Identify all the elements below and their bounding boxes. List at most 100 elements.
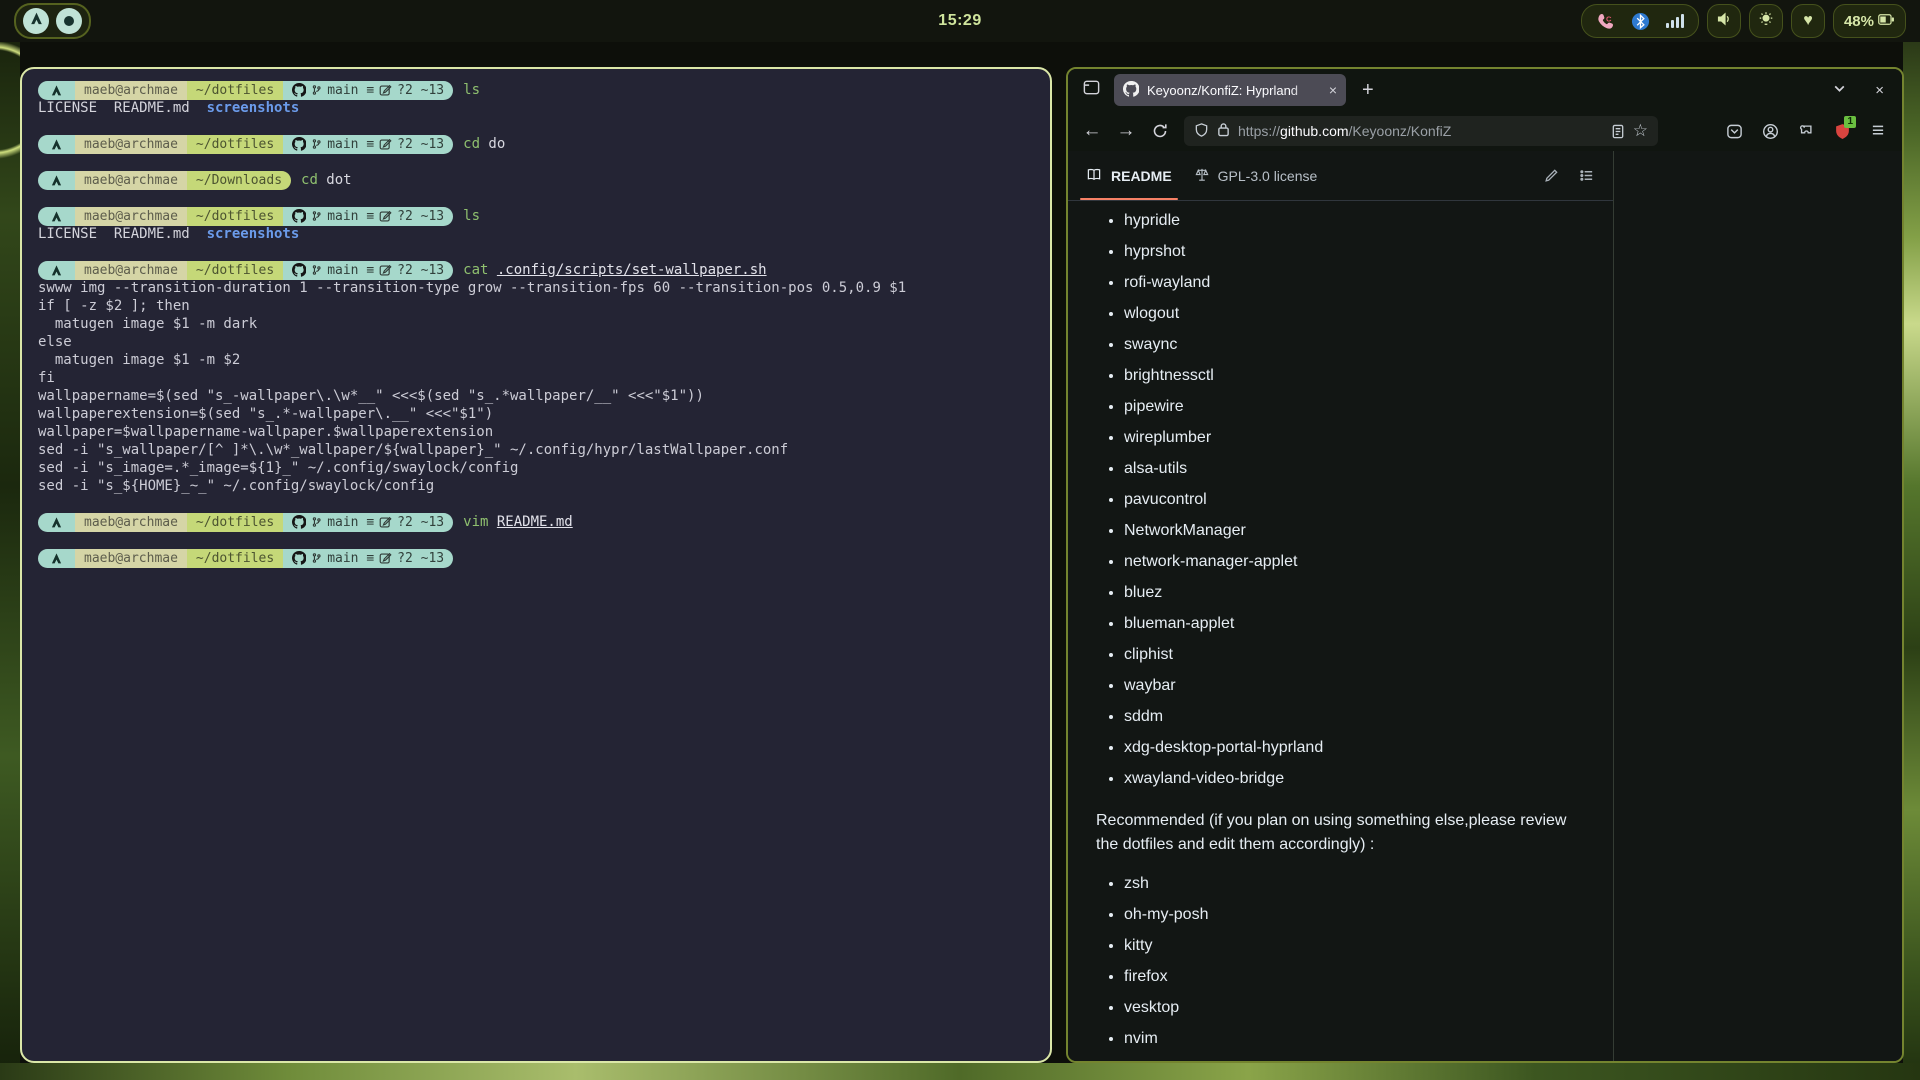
terminal-window[interactable]: maeb@archmae~/dotfilesmain ≡?2 ~13lsLICE… [20,67,1052,1063]
back-button[interactable]: ← [1076,115,1108,147]
list-item: NetworkManager [1124,519,1585,543]
ublock-button[interactable]: 1 [1826,115,1858,147]
arch-logo-icon [50,138,63,151]
menu-button[interactable]: ≡ [1862,115,1894,147]
list-tabs-button[interactable] [1822,81,1857,100]
browser-tab[interactable]: Keyoonz/KonfiZ: Hyprland × [1114,74,1346,106]
ublock-badge: 1 [1844,116,1856,128]
prompt-os-segment [38,135,75,154]
terminal-output-row: else [38,333,1042,351]
prompt-os-segment [38,261,75,280]
toolbar-extensions-area: 1 ≡ [1718,115,1894,147]
terminal-output-row: fi [38,369,1042,387]
list-item: kitty [1124,934,1585,958]
list-item: xdg-desktop-portal-hyprland [1124,736,1585,760]
outline-list-icon [1579,168,1595,183]
firefox-view-icon [1082,78,1101,102]
git-branch-icon [311,137,322,151]
reader-mode-button[interactable] [1611,115,1625,147]
new-tab-button[interactable]: + [1354,79,1382,102]
pocket-button[interactable] [1718,115,1750,147]
prompt-pill: maeb@archmae~/dotfilesmain ≡?2 ~13 [38,81,453,100]
prompt-os-segment [38,207,75,226]
git-modified-icon [379,264,392,277]
tab-close-icon[interactable]: × [1329,82,1337,98]
favorites-button[interactable]: ♥ [1791,4,1825,38]
github-favicon-icon [1123,81,1139,100]
prompt-pill: maeb@archmae~/dotfilesmain ≡?2 ~13 [38,135,453,154]
git-modified-icon [379,552,392,565]
brightness-button[interactable] [1749,4,1783,38]
workspace-arch-button[interactable] [23,8,49,34]
tab-title: Keyoonz/KonfiZ: Hyprland [1147,83,1321,98]
terminal-prompt-row: maeb@archmae~/dotfilesmain ≡?2 ~13cd do [38,135,1042,153]
git-modified-icon [379,84,392,97]
terminal-prompt-row: maeb@archmae~/dotfilesmain ≡?2 ~13 [38,549,1042,567]
tab-license[interactable]: GPL-3.0 license [1194,167,1318,185]
tab-readme[interactable]: README [1086,151,1172,200]
workspace-dot-button[interactable] [56,8,82,34]
chevron-down-icon [1832,81,1847,100]
bookmark-star-button[interactable]: ☆ [1633,115,1648,147]
forward-button[interactable]: → [1110,115,1142,147]
outline-button[interactable] [1579,168,1595,183]
battery-indicator[interactable]: 48% [1833,4,1906,38]
terminal-output-row: sed -i "s_${HOME}_~_" ~/.config/swaylock… [38,477,1042,495]
volume-button[interactable] [1707,4,1741,38]
command-text: vim README.md [463,514,573,530]
github-octocat-icon [292,515,306,529]
git-branch-icon [311,263,322,277]
account-button[interactable] [1754,115,1786,147]
navigation-toolbar: ← → https://github.com/Keyoonz/KonfiZ ☆ [1068,111,1902,151]
phone-connect-icon[interactable]: C [1596,12,1615,31]
battery-icon [1878,13,1895,30]
url-bar[interactable]: https://github.com/Keyoonz/KonfiZ ☆ [1184,116,1658,146]
prompt-git-segment: main ≡?2 ~13 [283,207,453,226]
network-signal-icon[interactable] [1666,14,1684,28]
prompt-user-segment: maeb@archmae [75,261,187,280]
terminal-output-row: swww img --transition-duration 1 --trans… [38,279,1042,297]
prompt-path-segment: ~/dotfiles [187,207,283,226]
file-link[interactable]: .config/scripts/set-wallpaper.sh [497,262,767,278]
terminal-output-row: sed -i "s_wallpaper/[^ ]*\.\w*_wallpaper… [38,441,1042,459]
workspace-dot-icon [64,16,74,26]
lock-icon [1217,122,1230,140]
list-item: rofi-wayland [1124,271,1585,295]
prompt-path-segment: ~/dotfiles [187,513,283,532]
wallpaper-bottom-edge [0,1063,1920,1080]
firefox-view-button[interactable] [1076,75,1106,105]
readme-body: hypridlehyprshotrofi-waylandwlogoutswayn… [1068,201,1613,1061]
readme-panel: README GPL-3.0 license [1068,151,1614,1061]
window-close-button[interactable]: × [1865,82,1894,99]
list-item: blueman-applet [1124,612,1585,636]
file-link[interactable]: README.md [497,514,573,530]
tray-icons-group: C [1581,4,1699,38]
git-branch-icon [311,83,322,97]
list-item: pavucontrol [1124,488,1585,512]
edit-readme-button[interactable] [1544,168,1559,183]
arch-logo-icon [50,210,63,223]
command-text: cd dot [301,172,352,188]
recommended-list: zshoh-my-poshkittyfirefoxvesktopnvim [1094,872,1585,1051]
arch-logo-icon [50,552,63,565]
pocket-icon [1726,123,1743,140]
terminal-output-row: wallpaperextension=$(sed "s_.*-wallpaper… [38,405,1042,423]
prompt-user-segment: maeb@archmae [75,135,187,154]
terminal-prompt-row: maeb@archmae~/dotfilesmain ≡?2 ~13ls [38,207,1042,225]
list-item: vesktop [1124,996,1585,1020]
arch-logo-icon [50,516,63,529]
terminal-prompt-row: maeb@archmae~/dotfilesmain ≡?2 ~13 vim RE… [38,513,1042,531]
bluetooth-icon[interactable] [1631,12,1650,31]
list-item: wireplumber [1124,426,1585,450]
svg-text:C: C [1606,14,1612,23]
prompt-pill: maeb@archmae~/dotfilesmain ≡?2 ~13 [38,549,453,568]
prompt-pill: maeb@archmae~/dotfilesmain ≡?2 ~13 [38,513,453,532]
prompt-path-segment: ~/Downloads [187,171,291,190]
reload-button[interactable] [1144,115,1176,147]
extensions-puzzle-icon [1798,123,1814,139]
prompt-os-segment [38,81,75,100]
git-modified-icon [379,138,392,151]
extensions-button[interactable] [1790,115,1822,147]
prompt-pill: maeb@archmae~/Downloads [38,171,291,190]
terminal-output-row: matugen image $1 -m dark [38,315,1042,333]
